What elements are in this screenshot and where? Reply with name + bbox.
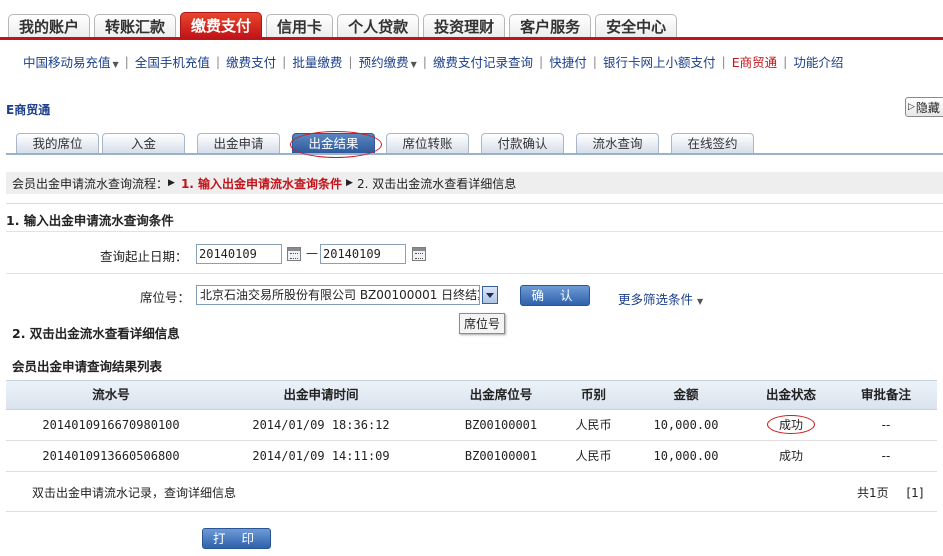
cell-status: 成功 bbox=[778, 449, 803, 463]
tab-deposit[interactable]: 入金 bbox=[102, 133, 185, 153]
pager: 共1页 [1] bbox=[857, 484, 923, 501]
col-seat: 出金席位号 bbox=[469, 387, 533, 402]
tab-payment[interactable]: 缴费支付 bbox=[180, 12, 263, 38]
section-2-title: 2. 双击出金流水查看详细信息 bbox=[12, 326, 180, 341]
col-status: 出金状态 bbox=[765, 387, 816, 402]
cell-serial: 2014010913660506800 bbox=[42, 449, 180, 463]
subnav-batch-payment[interactable]: 批量缴费 bbox=[292, 52, 342, 71]
chevron-down-icon: ▼ bbox=[697, 297, 704, 306]
col-currency: 币别 bbox=[580, 387, 606, 402]
seat-select[interactable]: 北京石油交易所股份有限公司 BZ00100001 日终结算 bbox=[196, 285, 480, 305]
sub-tabs: 我的席位 入金 出金申请 出金结果 席位转账 付款确认 流水查询 在线签约 bbox=[6, 133, 943, 155]
arrow-right-icon: ▶ bbox=[168, 178, 175, 188]
cell-seat: BZ00100001 bbox=[464, 449, 538, 463]
subnav-intro[interactable]: 功能介绍 bbox=[793, 52, 843, 71]
start-date-input[interactable]: 20140109 bbox=[196, 244, 282, 264]
date-label: 查询起止日期： bbox=[100, 249, 188, 264]
hide-button[interactable]: ▷ 隐藏 bbox=[905, 97, 943, 117]
cell-amount: 10,000.00 bbox=[653, 449, 719, 463]
tab-my-seat[interactable]: 我的席位 bbox=[16, 133, 99, 153]
col-amount: 金额 bbox=[673, 387, 699, 402]
cell-remark: -- bbox=[881, 418, 891, 432]
cell-apply-time: 2014/01/09 18:36:12 bbox=[252, 418, 390, 432]
cell-currency: 人民币 bbox=[575, 418, 612, 432]
table-header: 流水号 出金申请时间 出金席位号 币别 金额 出金状态 审批备注 bbox=[6, 380, 937, 410]
tab-payment-confirm[interactable]: 付款确认 bbox=[481, 133, 564, 153]
cell-remark: -- bbox=[881, 449, 891, 463]
col-serial: 流水号 bbox=[92, 387, 130, 402]
tab-investment[interactable]: 投资理财 bbox=[423, 14, 506, 38]
table-row[interactable]: 2014010913660506800 2014/01/09 14:11:09 … bbox=[6, 441, 937, 472]
subnav-quick-pay[interactable]: 快捷付 bbox=[549, 52, 587, 71]
footer-note: 双击出金申请流水记录，查询详细信息 bbox=[32, 486, 237, 500]
tab-flow-query[interactable]: 流水查询 bbox=[576, 133, 659, 153]
seat-label: 席位号： bbox=[140, 290, 191, 305]
form-title: 1. 输入出金申请流水查询条件 bbox=[6, 213, 174, 228]
tab-transfer[interactable]: 转账汇款 bbox=[94, 14, 177, 38]
tab-customer-service[interactable]: 客户服务 bbox=[509, 14, 592, 38]
flow-bar: 会员出金申请流水查询流程： ▶ 1. 输入出金申请流水查询条件 ▶ 2. 双击出… bbox=[6, 172, 943, 194]
cell-amount: 10,000.00 bbox=[653, 418, 719, 432]
arrow-right-icon: ▶ bbox=[346, 178, 353, 188]
more-filters-link[interactable]: 更多筛选条件 ▼ bbox=[618, 289, 703, 308]
sub-nav: 中国移动易充值 ▼ | 全国手机充值 | 缴费支付 | 批量缴费 | 预约缴费 ▼ … bbox=[23, 52, 844, 71]
subnav-scheduled-payment[interactable]: 预约缴费 ▼ bbox=[359, 52, 417, 71]
cell-serial: 2014010916670980100 bbox=[42, 418, 180, 432]
tab-personal-loan[interactable]: 个人贷款 bbox=[337, 14, 420, 38]
main-nav-tabs: 我的账户 转账汇款 缴费支付 信用卡 个人贷款 投资理财 客户服务 安全中心 bbox=[8, 12, 681, 38]
subnav-e-trade[interactable]: E商贸通 bbox=[732, 52, 777, 71]
nav-divider bbox=[0, 37, 943, 40]
pager-page-link[interactable]: [1] bbox=[906, 486, 923, 500]
col-apply-time: 出金申请时间 bbox=[283, 387, 359, 402]
seat-tooltip: 席位号 bbox=[459, 313, 506, 334]
confirm-button[interactable]: 确 认 bbox=[520, 285, 590, 306]
result-list-title: 会员出金申请查询结果列表 bbox=[12, 359, 163, 374]
triangle-right-icon: ▷ bbox=[908, 102, 915, 112]
subnav-payment-records[interactable]: 缴费支付记录查询 bbox=[433, 52, 533, 71]
tab-security[interactable]: 安全中心 bbox=[595, 14, 678, 38]
chevron-down-icon[interactable] bbox=[482, 286, 498, 304]
tab-online-sign[interactable]: 在线签约 bbox=[671, 133, 754, 153]
print-button[interactable]: 打 印 bbox=[202, 528, 271, 549]
flow-prefix: 会员出金申请流水查询流程： bbox=[12, 176, 169, 191]
table-row[interactable]: 2014010916670980100 2014/01/09 18:36:12 … bbox=[6, 410, 937, 441]
tab-credit-card[interactable]: 信用卡 bbox=[266, 14, 334, 38]
pager-total: 共1页 bbox=[857, 486, 889, 500]
date-separator: — bbox=[306, 246, 318, 260]
tab-my-account[interactable]: 我的账户 bbox=[8, 14, 91, 38]
end-date-input[interactable]: 20140109 bbox=[320, 244, 406, 264]
calendar-icon[interactable] bbox=[412, 247, 426, 261]
tab-seat-transfer[interactable]: 席位转账 bbox=[386, 133, 469, 153]
calendar-icon[interactable] bbox=[287, 247, 301, 261]
tab-withdraw-apply[interactable]: 出金申请 bbox=[197, 133, 280, 153]
tab-withdraw-result[interactable]: 出金结果 bbox=[292, 133, 375, 153]
cell-currency: 人民币 bbox=[575, 449, 612, 463]
chevron-down-icon: ▼ bbox=[112, 60, 119, 69]
col-remark: 审批备注 bbox=[860, 387, 911, 402]
subnav-micro-payment[interactable]: 银行卡网上小额支付 bbox=[603, 52, 716, 71]
chevron-down-icon: ▼ bbox=[410, 60, 417, 69]
cell-apply-time: 2014/01/09 14:11:09 bbox=[252, 449, 390, 463]
subnav-mobile-recharge[interactable]: 中国移动易充值 ▼ bbox=[23, 52, 119, 71]
subnav-phone-recharge[interactable]: 全国手机充值 bbox=[135, 52, 210, 71]
subnav-payment[interactable]: 缴费支付 bbox=[226, 52, 276, 71]
flow-step-1: 1. 输入出金申请流水查询条件 bbox=[180, 176, 343, 191]
cell-status: 成功 bbox=[778, 418, 803, 432]
page-title: E商贸通 bbox=[6, 103, 51, 117]
cell-seat: BZ00100001 bbox=[464, 418, 538, 432]
flow-step-2: 2. 双击出金流水查看详细信息 bbox=[356, 176, 517, 191]
